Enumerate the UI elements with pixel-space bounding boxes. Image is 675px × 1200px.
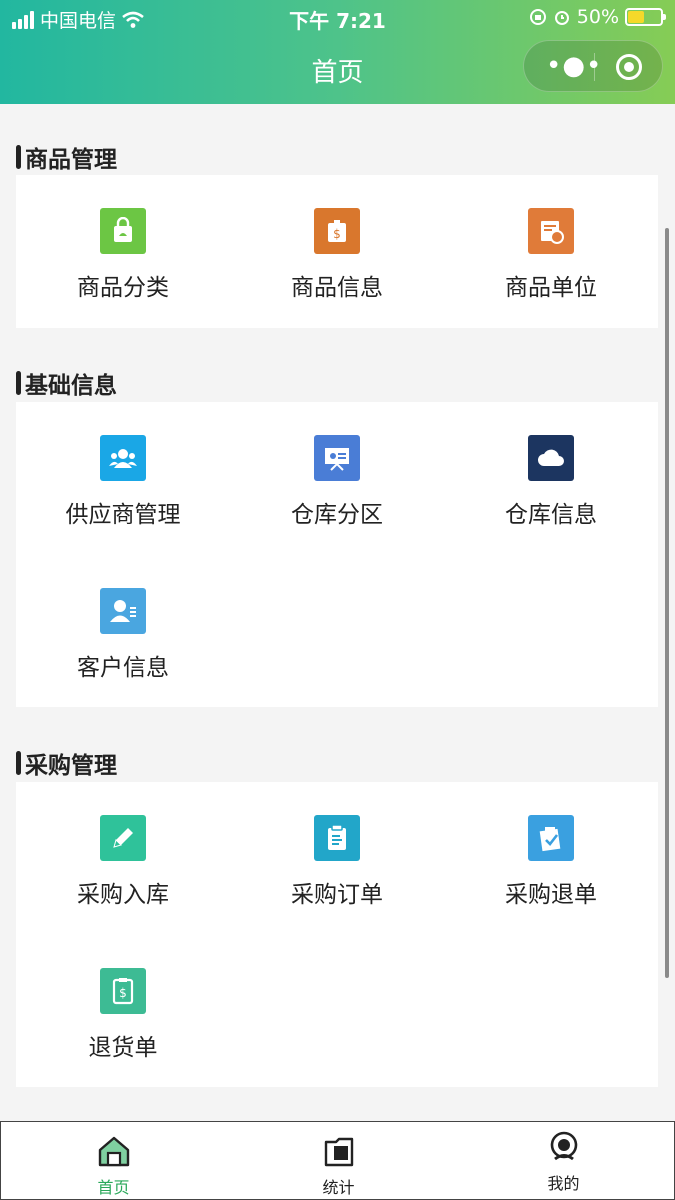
menu-item-label: 采购订单 xyxy=(291,882,383,908)
price-tag-icon: $ xyxy=(314,208,360,254)
certificate-icon xyxy=(528,208,574,254)
menu-item-label: 仓库信息 xyxy=(505,502,597,528)
section-title-product: 商品管理 xyxy=(16,140,117,174)
mini-program-capsule: •●• xyxy=(523,40,663,92)
menu-item-product-category[interactable]: 商品分类 xyxy=(16,208,230,328)
orientation-lock-icon xyxy=(529,9,546,25)
menu-item-label: 商品信息 xyxy=(291,275,383,301)
menu-item-label: 仓库分区 xyxy=(291,502,383,528)
section-marker xyxy=(16,371,21,395)
menu-item-customer-info[interactable]: 客户信息 xyxy=(16,588,230,708)
status-bar: 中国电信 下午 7:21 50% xyxy=(0,0,675,34)
section-marker xyxy=(16,751,21,775)
menu-item-label: 商品分类 xyxy=(77,275,169,301)
capsule-divider xyxy=(594,53,595,81)
basic-info-card: 供应商管理 仓库分区 仓库信息 客户信息 xyxy=(16,402,658,707)
menu-item-label: 客户信息 xyxy=(77,655,169,681)
battery-icon xyxy=(625,8,666,26)
presentation-icon xyxy=(314,435,360,481)
purchase-card: 采购入库 采购订单 采购退单 $ 退货单 xyxy=(16,782,658,1087)
product-card: 商品分类 $ 商品信息 商品单位 xyxy=(16,175,658,328)
menu-item-label: 退货单 xyxy=(88,1035,158,1061)
menu-item-label: 供应商管理 xyxy=(65,502,181,528)
tab-statistics[interactable]: 统计 xyxy=(226,1122,451,1200)
tab-mine[interactable]: 我的 xyxy=(451,1122,675,1200)
cloud-icon xyxy=(528,435,574,481)
document-icon xyxy=(324,1137,354,1167)
checklist-icon xyxy=(528,815,574,861)
section-title-basic: 基础信息 xyxy=(16,366,117,400)
battery-fill xyxy=(628,11,644,23)
section-marker xyxy=(16,145,21,169)
tab-home[interactable]: 首页 xyxy=(1,1122,226,1200)
battery-percent: 50% xyxy=(576,6,619,28)
menu-item-label: 商品单位 xyxy=(505,275,597,301)
menu-item-purchase-return[interactable]: 采购退单 xyxy=(444,815,658,935)
menu-item-product-info[interactable]: $ 商品信息 xyxy=(230,208,444,328)
menu-item-supplier[interactable]: 供应商管理 xyxy=(16,435,230,555)
menu-item-warehouse-info[interactable]: 仓库信息 xyxy=(444,435,658,555)
user-icon xyxy=(550,1131,578,1161)
pencil-icon xyxy=(100,815,146,861)
home-icon xyxy=(98,1136,130,1167)
tab-label: 统计 xyxy=(322,1178,355,1197)
scrollbar[interactable] xyxy=(665,228,669,978)
tab-label: 我的 xyxy=(547,1174,580,1193)
menu-item-label: 采购入库 xyxy=(77,882,169,908)
svg-text:$: $ xyxy=(119,986,127,1000)
menu-item-product-unit[interactable]: 商品单位 xyxy=(444,208,658,328)
tab-label: 首页 xyxy=(97,1178,130,1197)
section-title-text: 采购管理 xyxy=(25,753,117,779)
section-title-text: 商品管理 xyxy=(25,147,117,173)
bag-icon xyxy=(100,208,146,254)
receipt-icon: $ xyxy=(100,968,146,1014)
section-title-text: 基础信息 xyxy=(25,373,117,399)
header: 中国电信 下午 7:21 50% 首页 •●• xyxy=(0,0,675,104)
contact-card-icon xyxy=(100,588,146,634)
menu-item-purchase-inbound[interactable]: 采购入库 xyxy=(16,815,230,935)
alarm-icon xyxy=(554,11,569,25)
menu-item-label: 采购退单 xyxy=(505,882,597,908)
menu-item-return-slip[interactable]: $ 退货单 xyxy=(16,968,230,1088)
svg-text:$: $ xyxy=(333,227,341,241)
menu-item-purchase-order[interactable]: 采购订单 xyxy=(230,815,444,935)
section-title-purchase: 采购管理 xyxy=(16,746,117,780)
tab-bar: 首页 统计 我的 xyxy=(0,1121,675,1200)
menu-item-warehouse-zone[interactable]: 仓库分区 xyxy=(230,435,444,555)
group-icon xyxy=(100,435,146,481)
close-mini-program-icon[interactable] xyxy=(616,54,642,80)
clipboard-icon xyxy=(314,815,360,861)
